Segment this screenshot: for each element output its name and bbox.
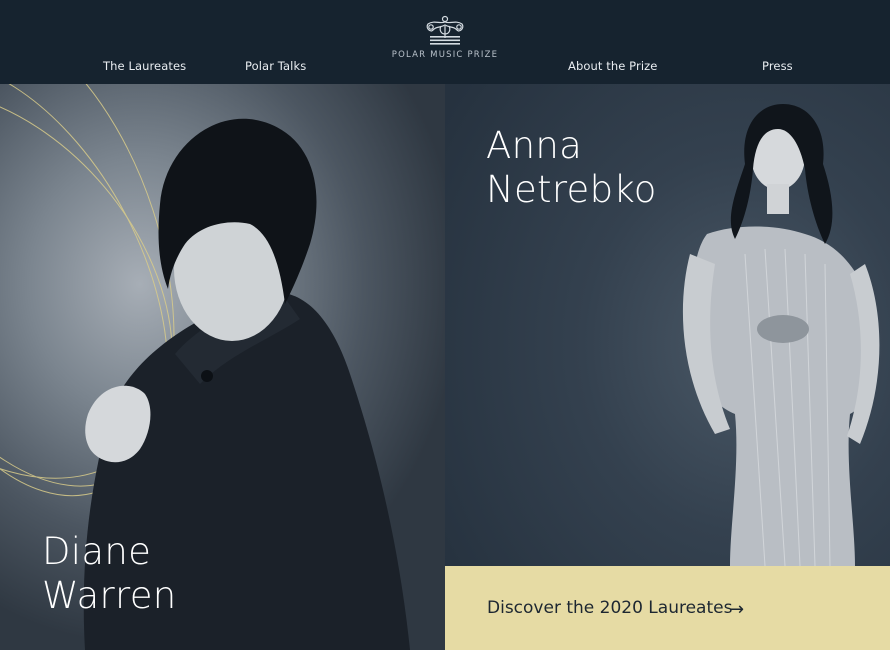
discover-laureates-label: Discover the 2020 Laureates — [487, 598, 733, 618]
nav-link-about-the-prize[interactable]: About the Prize — [568, 59, 657, 73]
laureate-last-name: Warren — [42, 574, 177, 617]
nav-link-polar-talks[interactable]: Polar Talks — [245, 59, 306, 73]
polar-music-prize-logo[interactable]: POLAR MUSIC PRIZE — [380, 14, 510, 74]
site-header: The Laureates Polar Talks POLAR MUSIC PR… — [0, 0, 890, 84]
laureate-card-diane-warren[interactable]: Diane Warren — [0, 84, 445, 650]
laureate-name-diane-warren: Diane Warren — [42, 530, 177, 618]
polar-crown-logo-icon — [426, 15, 464, 45]
discover-laureates-button[interactable]: Discover the 2020 Laureates → — [445, 566, 890, 650]
laureate-last-name: Netrebko — [486, 168, 657, 211]
arrow-right-icon: → — [729, 599, 745, 620]
nav-link-the-laureates[interactable]: The Laureates — [103, 59, 186, 73]
logo-text: POLAR MUSIC PRIZE — [391, 50, 499, 60]
laureate-first-name: Diane — [42, 530, 152, 573]
laureate-name-anna-netrebko: Anna Netrebko — [486, 124, 657, 212]
laureate-first-name: Anna — [486, 124, 583, 167]
nav-link-press[interactable]: Press — [762, 59, 793, 73]
